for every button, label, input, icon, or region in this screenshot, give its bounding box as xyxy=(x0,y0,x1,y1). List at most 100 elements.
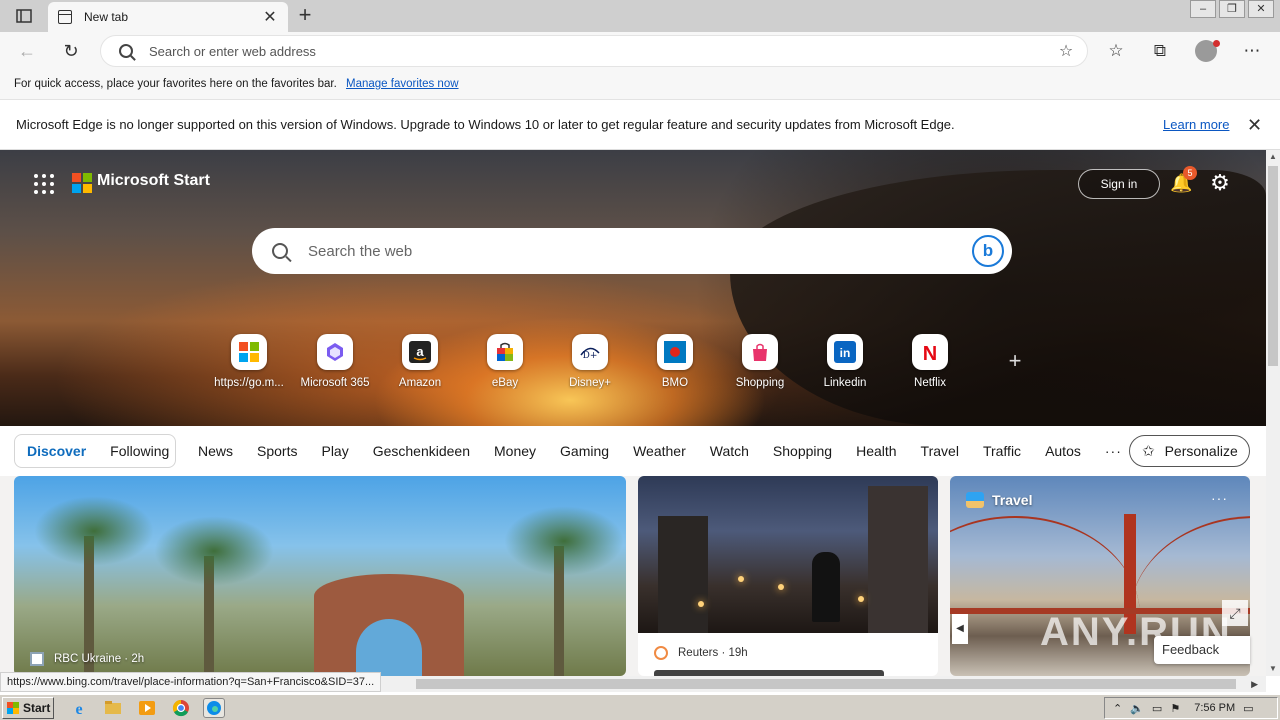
card-category: Travel xyxy=(966,492,1032,508)
scroll-up-icon[interactable]: ▲ xyxy=(1266,150,1280,164)
category-traffic[interactable]: Traffic xyxy=(983,443,1021,459)
category-watch[interactable]: Watch xyxy=(710,443,749,459)
news-card-reuters[interactable]: Reuters · 19h xyxy=(638,476,938,676)
network-icon[interactable]: ▭ xyxy=(1152,702,1162,715)
m365-logo-icon xyxy=(317,334,353,370)
bing-chat-icon[interactable]: b xyxy=(972,235,1004,267)
page-settings-icon[interactable]: ⚙ xyxy=(1208,171,1232,195)
scrollbar-thumb[interactable] xyxy=(416,679,1236,689)
address-input[interactable]: Search or enter web address xyxy=(149,44,1051,59)
microsoft-logo-icon xyxy=(72,173,92,193)
show-desktop-icon[interactable]: ▭ xyxy=(1243,702,1253,715)
quick-link-tile[interactable]: Shopping xyxy=(717,334,803,389)
quick-link-tile[interactable]: https://go.m... xyxy=(206,334,292,389)
profile-avatar[interactable] xyxy=(1195,40,1220,62)
svg-text:in: in xyxy=(840,346,851,360)
palm-fronds xyxy=(154,516,274,586)
add-favorite-icon[interactable]: ☆ xyxy=(1051,41,1081,61)
quick-link-tile[interactable]: in Linkedin xyxy=(802,334,888,389)
settings-more-icon[interactable]: ⋯ xyxy=(1240,40,1264,62)
add-quick-link-button[interactable]: + xyxy=(1003,348,1027,374)
person-silhouette xyxy=(812,552,840,622)
quick-link-tile[interactable]: N Netflix xyxy=(887,334,973,389)
collections-icon[interactable]: ⧉ xyxy=(1148,40,1172,62)
tab-close-icon[interactable]: ✕ xyxy=(262,7,278,27)
category-play[interactable]: Play xyxy=(321,443,348,459)
quick-link-label: eBay xyxy=(491,377,519,389)
microsoft-logo-icon xyxy=(231,334,267,370)
favorites-bar: For quick access, place your favorites h… xyxy=(0,70,1280,100)
scrollbar-thumb[interactable] xyxy=(1268,166,1278,366)
new-tab-button[interactable]: + xyxy=(292,4,318,28)
web-search-input[interactable]: Search the web xyxy=(308,243,972,260)
sign-in-button[interactable]: Sign in xyxy=(1078,169,1160,199)
category-health[interactable]: Health xyxy=(856,443,896,459)
quick-link-tile[interactable]: BMO xyxy=(632,334,718,389)
favorites-bar-message: For quick access, place your favorites h… xyxy=(14,78,337,90)
chrome-icon[interactable] xyxy=(170,698,192,718)
tab-new-tab[interactable]: New tab ✕ xyxy=(48,2,288,32)
street-light xyxy=(778,584,784,590)
manage-favorites-link[interactable]: Manage favorites now xyxy=(346,78,459,90)
browser-toolbar: ← ↻ Search or enter web address ☆ ☆ ⧉ ⋯ xyxy=(0,32,1280,70)
file-explorer-icon[interactable] xyxy=(102,698,124,718)
more-categories-button[interactable]: ··· xyxy=(1105,443,1122,459)
edge-icon[interactable] xyxy=(203,698,225,718)
quick-link-tile[interactable]: Microsoft 365 xyxy=(292,334,378,389)
window-controls: – ❐ ✕ xyxy=(1187,0,1274,18)
infobar-close-icon[interactable]: ✕ xyxy=(1247,100,1262,150)
restore-button[interactable]: ❐ xyxy=(1219,0,1245,18)
disney-plus-icon: D+ xyxy=(572,334,608,370)
favorites-icon[interactable]: ☆ xyxy=(1104,40,1128,62)
app-launcher-icon[interactable] xyxy=(34,174,54,194)
media-player-icon[interactable] xyxy=(136,698,158,718)
web-search-box[interactable]: Search the web b xyxy=(252,228,1012,274)
quick-link-tile[interactable]: a Amazon xyxy=(377,334,463,389)
linkedin-logo-icon: in xyxy=(827,334,863,370)
tray-expand-icon[interactable]: ⌃ xyxy=(1113,702,1122,715)
notifications-button[interactable]: 🔔 5 xyxy=(1170,166,1197,194)
card-more-options-icon[interactable]: ··· xyxy=(1211,490,1228,506)
category-weather[interactable]: Weather xyxy=(633,443,686,459)
brand-title[interactable]: Microsoft Start xyxy=(97,172,210,190)
tab-discover[interactable]: Discover xyxy=(15,443,98,459)
notification-badge: 5 xyxy=(1183,166,1197,180)
address-bar[interactable]: Search or enter web address ☆ xyxy=(100,35,1088,67)
clock[interactable]: 7:56 PM xyxy=(1194,702,1235,714)
category-sports[interactable]: Sports xyxy=(257,443,297,459)
feedback-button[interactable]: Feedback xyxy=(1154,636,1250,664)
vertical-scrollbar[interactable]: ▲ ▼ xyxy=(1266,150,1280,676)
scroll-down-icon[interactable]: ▼ xyxy=(1266,662,1280,676)
volume-icon[interactable]: 🔈 xyxy=(1130,702,1144,715)
quick-link-tile[interactable]: eBay xyxy=(462,334,548,389)
category-gaming[interactable]: Gaming xyxy=(560,443,609,459)
new-tab-page: Microsoft Start Sign in 🔔 5 ⚙ Search the… xyxy=(0,150,1266,676)
netflix-logo-icon: N xyxy=(912,334,948,370)
category-autos[interactable]: Autos xyxy=(1045,443,1081,459)
new-tab-icon xyxy=(58,10,72,24)
category-travel[interactable]: Travel xyxy=(921,443,959,459)
category-news[interactable]: News xyxy=(198,443,233,459)
category-money[interactable]: Money xyxy=(494,443,536,459)
carousel-prev-button[interactable]: ◀ xyxy=(952,614,968,644)
news-card-large[interactable]: RBC Ukraine · 2h xyxy=(14,476,626,676)
street-light xyxy=(698,601,704,607)
internet-explorer-icon[interactable]: e xyxy=(68,698,90,718)
personalize-label: Personalize xyxy=(1164,443,1238,459)
personalize-button[interactable]: ✩ Personalize xyxy=(1129,435,1250,467)
close-window-button[interactable]: ✕ xyxy=(1248,0,1274,18)
refresh-button[interactable]: ↻ xyxy=(58,39,84,63)
scroll-right-icon[interactable]: ▶ xyxy=(1251,676,1258,692)
category-shopping[interactable]: Shopping xyxy=(773,443,832,459)
minimize-button[interactable]: – xyxy=(1190,0,1216,18)
start-button[interactable]: Start xyxy=(2,697,54,719)
tab-following[interactable]: Following xyxy=(98,443,181,459)
quick-link-tile[interactable]: D+ Disney+ xyxy=(547,334,633,389)
learn-more-link[interactable]: Learn more xyxy=(1163,100,1229,150)
action-center-flag-icon[interactable]: ⚑ xyxy=(1170,702,1180,715)
tab-actions-button[interactable] xyxy=(8,4,40,28)
ebay-bag-icon xyxy=(487,334,523,370)
category-geschenkideen[interactable]: Geschenkideen xyxy=(373,443,470,459)
unsupported-os-infobar: Microsoft Edge is no longer supported on… xyxy=(0,100,1280,150)
back-button[interactable]: ← xyxy=(14,39,40,63)
